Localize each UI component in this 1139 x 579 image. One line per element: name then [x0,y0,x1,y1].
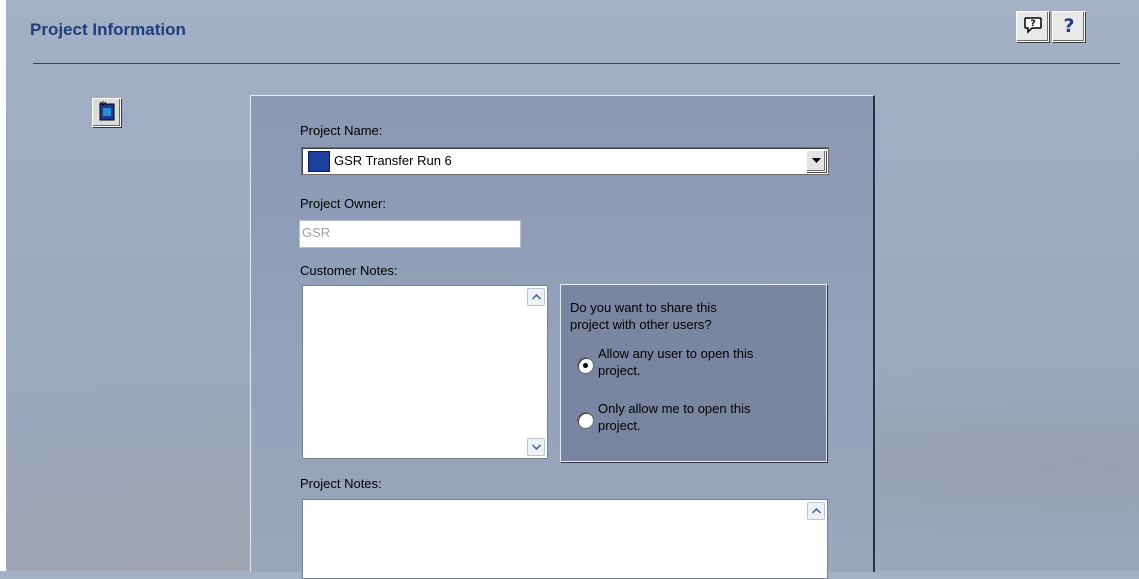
dropdown-button[interactable] [806,150,826,172]
allow-any-user-label[interactable]: Allow any user to open this project. [598,345,753,379]
title-divider [33,63,1120,64]
share-question-line2: project with other users? [570,317,712,332]
chat-help-button[interactable]: ? [1016,11,1049,42]
allow-any-user-label-line2: project. [598,363,641,378]
only-me-label[interactable]: Only allow me to open this project. [598,400,750,434]
allow-any-user-radio[interactable] [577,357,594,374]
project-name-value: GSR Transfer Run 6 [334,153,452,168]
project-notes-label: Project Notes: [300,476,382,491]
project-name-combobox[interactable]: GSR Transfer Run 6 [301,147,829,175]
project-notes-scrollbar[interactable] [807,502,825,576]
help-question-icon: ? [1061,15,1077,38]
share-question-line1: Do you want to share this [570,300,717,315]
svg-text:?: ? [1063,15,1074,35]
project-icon [97,100,117,125]
left-edge [0,0,6,571]
customer-notes-label: Customer Notes: [300,263,398,278]
chevron-up-icon [531,294,541,300]
svg-text:?: ? [1030,19,1035,29]
customer-notes-input[interactable] [302,285,548,459]
chevron-down-icon [531,444,541,450]
share-question: Do you want to share this project with o… [570,299,820,333]
only-me-radio[interactable] [577,412,594,429]
chat-help-icon: ? [1023,16,1043,37]
project-owner-field: GSR [299,220,521,248]
project-icon-button[interactable] [92,98,121,127]
scroll-down-button[interactable] [527,438,545,456]
allow-any-user-label-line1: Allow any user to open this [598,346,754,361]
chevron-up-icon [811,508,821,514]
scroll-up-button[interactable] [527,288,545,306]
customer-notes-scrollbar[interactable] [527,288,545,456]
page-title: Project Information [30,20,186,39]
project-file-icon [308,151,330,172]
only-me-label-line2: project. [598,418,641,433]
project-owner-label: Project Owner: [300,196,386,211]
help-button[interactable]: ? [1052,11,1085,42]
scroll-up-button[interactable] [807,502,825,520]
project-name-label: Project Name: [300,123,383,138]
project-notes-input[interactable] [302,499,828,579]
chevron-down-icon [811,158,821,163]
only-me-label-line1: Only allow me to open this [598,401,751,416]
